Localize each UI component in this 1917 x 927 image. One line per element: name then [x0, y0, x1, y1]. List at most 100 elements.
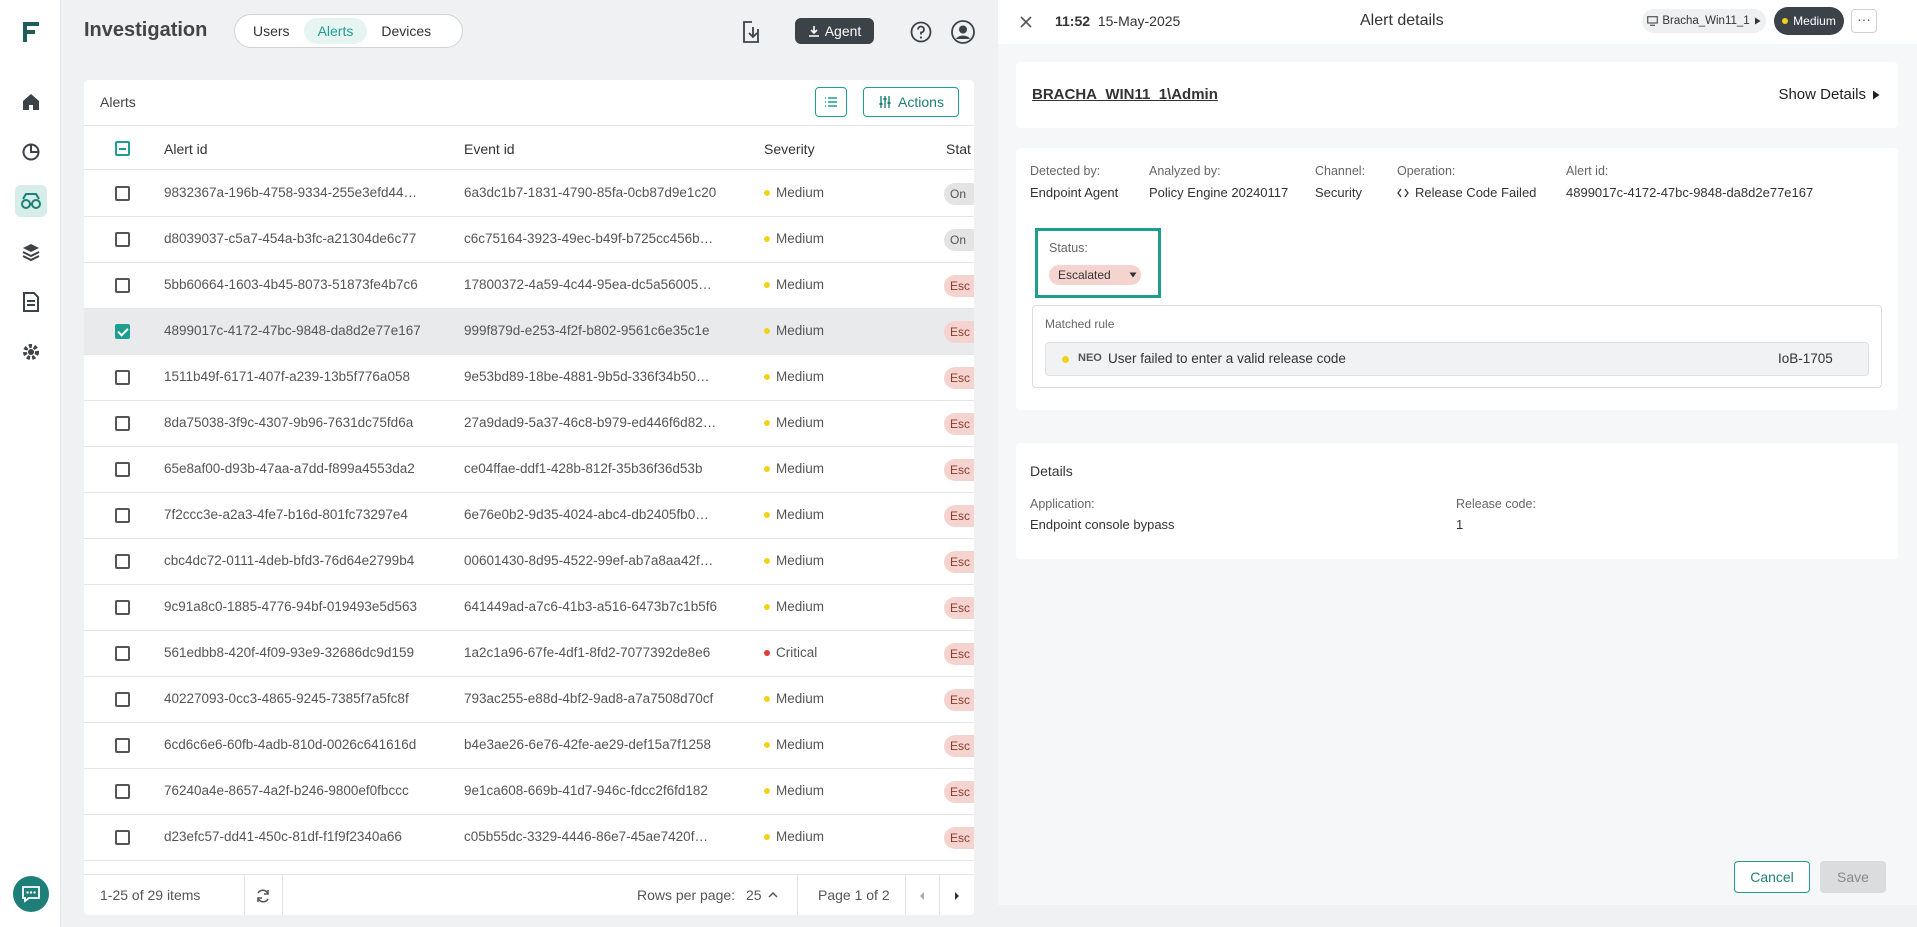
- tab-devices[interactable]: Devices: [367, 18, 445, 44]
- alert-id-cell[interactable]: d23efc57-dd41-450c-81df-f1f9f2340a66: [164, 829, 449, 844]
- user-link[interactable]: BRACHA_WIN11_1\Admin: [1032, 86, 1218, 103]
- status-dropdown[interactable]: Escalated: [1049, 265, 1141, 285]
- table-row[interactable]: 65e8af00-d93b-47aa-a7dd-f899a4553da2 ce04…: [84, 447, 974, 493]
- column-header-alert-id[interactable]: Alert id: [164, 141, 208, 157]
- alert-id-cell[interactable]: 8da75038-3f9c-4307-9b96-7631dc75fd6a: [164, 415, 449, 430]
- host-chip[interactable]: Bracha_Win11_1: [1642, 9, 1766, 33]
- alert-id-cell[interactable]: 5bb60664-1603-4b45-8073-51873fe4b7c6: [164, 277, 449, 292]
- matched-rule-row[interactable]: NEO User failed to enter a valid release…: [1045, 342, 1869, 376]
- row-checkbox[interactable]: [115, 186, 130, 201]
- table-row[interactable]: 8da75038-3f9c-4307-9b96-7631dc75fd6a 27a9…: [84, 401, 974, 447]
- table-row[interactable]: d8039037-c5a7-454a-b3fc-a21304de6c77 c6c7…: [84, 217, 974, 263]
- cancel-button[interactable]: Cancel: [1734, 861, 1810, 893]
- row-checkbox[interactable]: [115, 830, 130, 845]
- row-checkbox[interactable]: [115, 738, 130, 753]
- severity-cell: Critical: [764, 645, 817, 660]
- row-checkbox[interactable]: [115, 462, 130, 477]
- event-id-cell: 9e53bd89-18be-4881-9b5d-336f34b50…: [464, 369, 710, 384]
- alerts-card: Alerts Actions Alert id Event id Severit…: [84, 80, 974, 915]
- row-checkbox[interactable]: [115, 324, 130, 339]
- severity-dot: [764, 373, 770, 380]
- table-row[interactable]: 5bb60664-1603-4b45-8073-51873fe4b7c6 1780…: [84, 263, 974, 309]
- row-checkbox[interactable]: [115, 370, 130, 385]
- list-view-button[interactable]: [815, 87, 847, 117]
- layers-icon[interactable]: [15, 236, 47, 268]
- event-id-cell: b4e3ae26-6e76-42fe-ae29-def15a7f1258: [464, 737, 711, 752]
- show-details-label: Show Details: [1778, 86, 1866, 103]
- table-row[interactable]: 7f2ccc3e-a2a3-4fe7-b16d-801fc73297e4 6e76…: [84, 493, 974, 539]
- event-id-cell: ce04ffae-ddf1-428b-812f-35b36f36d53b: [464, 461, 703, 476]
- table-row[interactable]: 561edbb8-420f-4f09-93e9-32686dc9d159 1a2c…: [84, 631, 974, 677]
- table-row[interactable]: 9c91a8c0-1885-4776-94bf-019493e5d563 6414…: [84, 585, 974, 631]
- select-all-checkbox[interactable]: [115, 141, 130, 156]
- status-badge: On: [944, 229, 974, 251]
- severity-dot: [764, 281, 770, 288]
- dashboard-pie-icon[interactable]: [15, 136, 47, 168]
- alert-id-cell[interactable]: 9c91a8c0-1885-4776-94bf-019493e5d563: [164, 599, 449, 614]
- user-box: BRACHA_WIN11_1\Admin Show Details: [1016, 62, 1898, 128]
- agent-button[interactable]: Agent: [795, 18, 874, 44]
- help-icon[interactable]: [907, 18, 935, 46]
- status-badge: On: [944, 183, 974, 205]
- investigation-icon[interactable]: [15, 185, 47, 217]
- severity-cell: Medium: [764, 783, 824, 798]
- download-file-icon[interactable]: [737, 18, 765, 46]
- row-checkbox[interactable]: [115, 554, 130, 569]
- next-page-icon[interactable]: [939, 875, 974, 915]
- tab-users[interactable]: Users: [239, 18, 304, 44]
- alert-id-cell[interactable]: 76240a4e-8657-4a2f-b246-9800ef0fbccc: [164, 783, 449, 798]
- alert-id-cell[interactable]: 9832367a-196b-4758-9334-255e3efd44…: [164, 185, 449, 200]
- alert-id-cell[interactable]: 1511b49f-6171-407f-a239-13b5f776a058: [164, 369, 449, 384]
- column-header-severity[interactable]: Severity: [764, 141, 815, 157]
- close-icon[interactable]: [1016, 12, 1036, 32]
- row-checkbox[interactable]: [115, 600, 130, 615]
- row-checkbox[interactable]: [115, 692, 130, 707]
- alert-id-cell[interactable]: 561edbb8-420f-4f09-93e9-32686dc9d159: [164, 645, 449, 660]
- show-details-button[interactable]: Show Details: [1778, 86, 1880, 103]
- row-checkbox[interactable]: [115, 784, 130, 799]
- alert-id-cell[interactable]: 65e8af00-d93b-47aa-a7dd-f899a4553da2: [164, 461, 449, 476]
- row-checkbox[interactable]: [115, 278, 130, 293]
- settings-gear-icon[interactable]: [15, 336, 47, 368]
- report-icon[interactable]: [15, 286, 47, 318]
- row-checkbox[interactable]: [115, 508, 130, 523]
- alert-id-cell[interactable]: d8039037-c5a7-454a-b3fc-a21304de6c77: [164, 231, 449, 246]
- row-checkbox[interactable]: [115, 416, 130, 431]
- table-row[interactable]: 9832367a-196b-4758-9334-255e3efd44… 6a3dc…: [84, 171, 974, 217]
- rows-per-page-label: Rows per page:: [637, 887, 736, 903]
- table-row[interactable]: 6cd6c6e6-60fb-4adb-810d-0026c641616d b4e3…: [84, 723, 974, 769]
- tab-alerts[interactable]: Alerts: [303, 18, 368, 44]
- table-row[interactable]: 40227093-0cc3-4865-9245-7385f7a5fc8f 793a…: [84, 677, 974, 723]
- table-row[interactable]: 76240a4e-8657-4a2f-b246-9800ef0fbccc 9e1c…: [84, 769, 974, 815]
- column-header-event-id[interactable]: Event id: [464, 141, 515, 157]
- details-title: Details: [1030, 463, 1073, 479]
- sliders-icon: [879, 96, 891, 108]
- rows-per-page-select[interactable]: 25: [746, 887, 778, 903]
- alert-id-cell[interactable]: 4899017c-4172-47bc-9848-da8d2e77e167: [164, 323, 449, 338]
- details-box: Details Application: Endpoint console by…: [1016, 443, 1898, 559]
- table-row[interactable]: 4899017c-4172-47bc-9848-da8d2e77e167 999f…: [84, 309, 974, 355]
- download-icon: [808, 26, 819, 37]
- save-button[interactable]: Save: [1820, 861, 1886, 893]
- chat-icon[interactable]: [13, 876, 49, 912]
- table-row[interactable]: 1511b49f-6171-407f-a239-13b5f776a058 9e53…: [84, 355, 974, 401]
- severity-dot: [764, 419, 770, 426]
- table-row[interactable]: cbc4dc72-0111-4deb-bfd3-76d64e2799b4 0060…: [84, 539, 974, 585]
- alert-id-cell[interactable]: cbc4dc72-0111-4deb-bfd3-76d64e2799b4: [164, 553, 449, 568]
- table-body: 9832367a-196b-4758-9334-255e3efd44… 6a3dc…: [84, 171, 974, 861]
- home-icon[interactable]: [15, 86, 47, 118]
- alert-id-cell[interactable]: 6cd6c6e6-60fb-4adb-810d-0026c641616d: [164, 737, 449, 752]
- row-checkbox[interactable]: [115, 232, 130, 247]
- refresh-icon[interactable]: [244, 875, 282, 915]
- more-options-button[interactable]: ···: [1851, 9, 1877, 33]
- alert-id-cell[interactable]: 40227093-0cc3-4865-9245-7385f7a5fc8f: [164, 691, 449, 706]
- status-badge: Esc: [944, 735, 974, 757]
- table-row[interactable]: d23efc57-dd41-450c-81df-f1f9f2340a66 c05b…: [84, 815, 974, 861]
- status-badge: Esc: [944, 459, 974, 481]
- actions-button[interactable]: Actions: [863, 87, 959, 117]
- prev-page-icon[interactable]: [905, 875, 939, 915]
- user-avatar-icon[interactable]: [949, 18, 977, 46]
- row-checkbox[interactable]: [115, 646, 130, 661]
- column-header-status[interactable]: Stat: [946, 141, 974, 157]
- alert-id-cell[interactable]: 7f2ccc3e-a2a3-4fe7-b16d-801fc73297e4: [164, 507, 449, 522]
